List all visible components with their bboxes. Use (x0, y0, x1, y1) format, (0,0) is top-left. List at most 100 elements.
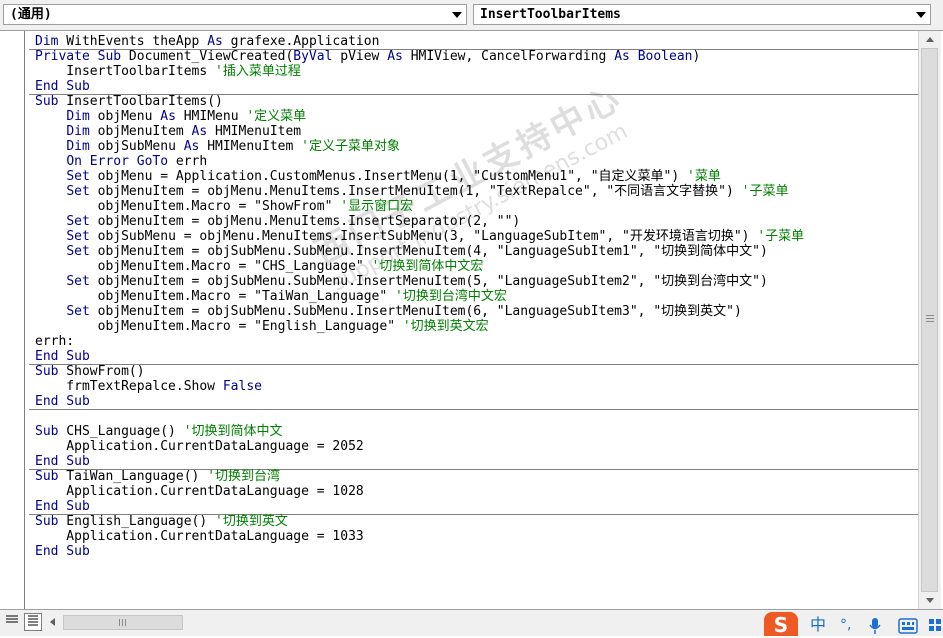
code-line[interactable]: End Sub (35, 454, 90, 469)
scroll-left-icon[interactable] (50, 618, 55, 626)
code-line[interactable]: Set objMenu = Application.CustomMenus.In… (35, 169, 721, 184)
scroll-down-button[interactable] (919, 592, 941, 609)
code-token: English_Language() (58, 514, 216, 529)
code-token: HMIMenuItem (207, 124, 302, 139)
code-line[interactable]: Application.CurrentDataLanguage = 2052 (35, 439, 364, 454)
procedure-combo[interactable]: InsertToolbarItems (473, 4, 931, 25)
grip-icon (926, 318, 934, 319)
code-line[interactable]: objMenuItem.Macro = "English_Language" '… (35, 319, 489, 334)
code-line[interactable]: End Sub (35, 79, 90, 94)
comment-token: '显示窗口宏 (340, 199, 414, 214)
chevron-down-icon[interactable] (452, 12, 462, 18)
procedure-view-button[interactable] (3, 613, 21, 631)
margin-indicator-bar[interactable] (0, 31, 25, 609)
keyword-token: End Sub (35, 544, 90, 559)
code-line[interactable]: Set objSubMenu = objMenu.MenuItems.Inser… (35, 229, 804, 244)
code-token: TaiWan_Language() (58, 469, 208, 484)
grip-icon (119, 619, 120, 626)
code-line[interactable]: InsertToolbarItems '插入菜单过程 (35, 64, 301, 79)
code-token: objMenuItem = objMenu.MenuItems.InsertMe… (89, 184, 742, 199)
horizontal-scroll-thumb[interactable] (63, 615, 183, 630)
code-line[interactable]: Set objMenuItem = objSubMenu.SubMenu.Ins… (35, 274, 768, 289)
chevron-down-icon[interactable] (916, 12, 926, 18)
microphone-icon[interactable] (868, 617, 882, 635)
comment-token: '切换到英文宏 (402, 319, 489, 334)
code-line[interactable]: End Sub (35, 544, 90, 559)
code-line[interactable]: Sub ShowFrom() (35, 364, 145, 379)
code-token: errh (168, 154, 208, 169)
code-line[interactable]: Application.CurrentDataLanguage = 1028 (35, 484, 364, 499)
keyword-token: Boolean (637, 49, 693, 64)
code-line[interactable]: End Sub (35, 394, 90, 409)
code-token: objMenuItem = objSubMenu.SubMenu.InsertM… (89, 304, 742, 319)
code-line[interactable]: Dim objMenu As HMIMenu '定义菜单 (35, 109, 306, 124)
code-token: objSubMenu (89, 139, 184, 154)
code-line[interactable]: End Sub (35, 499, 90, 514)
code-token: Application.CurrentDataLanguage = 1033 (35, 529, 364, 544)
code-token: ShowFrom() (58, 364, 145, 379)
grip-icon (926, 315, 934, 316)
comment-token: '切换到英文 (215, 514, 288, 529)
code-line[interactable]: errh: (35, 334, 74, 349)
code-line[interactable]: Set objMenuItem = objSubMenu.SubMenu.Ins… (35, 304, 742, 319)
code-line[interactable]: Set objMenuItem = objMenu.MenuItems.Inse… (35, 184, 788, 199)
code-line[interactable]: End Sub (35, 349, 90, 364)
comment-token: '切换到简体中文宏 (371, 259, 484, 274)
code-line[interactable]: Sub CHS_Language() '切换到简体中文 (35, 424, 283, 439)
keyboard-icon[interactable] (898, 618, 918, 634)
keyword-token: As (160, 109, 176, 124)
code-line[interactable]: frmTextRepalce.Show False (35, 379, 262, 394)
object-combo[interactable]: (通用) (3, 4, 467, 25)
code-token: ) (692, 49, 701, 64)
code-token: Application.CurrentDataLanguage = 2052 (35, 439, 364, 454)
keyword-token: Sub (35, 514, 59, 529)
keyword-token: Sub (35, 469, 59, 484)
code-token: pView (332, 49, 388, 64)
keyword-token: ByVal (293, 49, 333, 64)
code-line[interactable]: Sub English_Language() '切换到英文 (35, 514, 288, 529)
full-module-view-button[interactable] (24, 613, 42, 631)
ime-mode-indicator[interactable]: 中 (810, 614, 826, 636)
code-line[interactable]: objMenuItem.Macro = "ShowFrom" '显示窗口宏 (35, 199, 413, 214)
code-frame: 西门子工业支持中心 support.industry.siemens.com D… (0, 31, 943, 609)
code-token: objSubMenu = objMenu.MenuItems.InsertSub… (89, 229, 758, 244)
code-editor[interactable]: 西门子工业支持中心 support.industry.siemens.com D… (25, 31, 918, 609)
code-line[interactable]: Dim WithEvents theApp As grafexe.Applica… (35, 34, 379, 49)
code-token: frmTextRepalce.Show (35, 379, 223, 394)
code-line[interactable]: objMenuItem.Macro = "TaiWan_Language" '切… (35, 289, 507, 304)
code-line[interactable]: Dim objMenuItem As HMIMenuItem (35, 124, 301, 139)
vertical-scroll-thumb[interactable] (921, 48, 938, 592)
punctuation-icon[interactable]: °, (840, 614, 851, 636)
code-line[interactable]: Application.CurrentDataLanguage = 1033 (35, 529, 364, 544)
code-line[interactable]: objMenuItem.Macro = "CHS_Language" '切换到简… (35, 259, 484, 274)
toolbox-icon[interactable] (928, 618, 942, 634)
code-line[interactable]: On Error GoTo errh (35, 154, 207, 169)
code-token: objMenu (89, 109, 161, 124)
ime-logo-icon[interactable]: S (764, 612, 798, 637)
code-token: objMenu = Application.CustomMenus.Insert… (89, 169, 688, 184)
code-line[interactable]: Sub InsertToolbarItems() (35, 94, 223, 109)
code-token: CHS_Language() (58, 424, 184, 439)
scroll-up-button[interactable] (919, 31, 941, 48)
code-line[interactable]: Set objMenuItem = objMenu.MenuItems.Inse… (35, 214, 520, 229)
code-line[interactable]: Set objMenuItem = objSubMenu.SubMenu.Ins… (35, 244, 767, 259)
vertical-scrollbar[interactable] (918, 31, 941, 609)
code-line[interactable]: Private Sub Document_ViewCreated(ByVal p… (35, 49, 700, 64)
keyword-token: Sub (35, 424, 59, 439)
comment-token: '插入菜单过程 (215, 64, 301, 79)
code-token: objMenuItem.Macro = "ShowFrom" (35, 199, 341, 214)
code-line[interactable]: Dim objSubMenu As HMIMenuItem '定义子菜单对象 (35, 139, 400, 154)
code-token: Application.CurrentDataLanguage = 1028 (35, 484, 364, 499)
code-token: objMenuItem = objSubMenu.SubMenu.InsertM… (89, 274, 768, 289)
ime-toolbar: S 中 °, (760, 610, 943, 637)
code-line[interactable]: Sub TaiWan_Language() '切换到台湾 (35, 469, 280, 484)
